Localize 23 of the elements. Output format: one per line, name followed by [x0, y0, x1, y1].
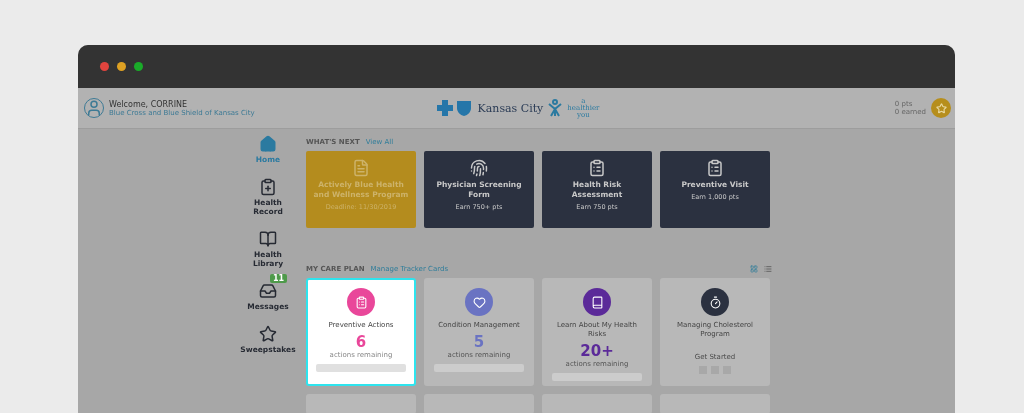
list-view-icon[interactable]	[764, 265, 772, 273]
home-icon	[259, 135, 277, 153]
action-count: 20+	[580, 342, 614, 360]
clipboard-icon	[706, 159, 724, 177]
star-badge-icon[interactable]	[931, 98, 951, 118]
document-icon	[352, 159, 370, 177]
action-count: 5	[473, 333, 485, 351]
cross-shield-logo-icon	[435, 99, 474, 117]
minimize-dot[interactable]	[117, 62, 126, 71]
fingerprint-icon	[470, 159, 488, 177]
inbox-icon	[259, 282, 277, 300]
maximize-dot[interactable]	[134, 62, 143, 71]
close-dot[interactable]	[100, 62, 109, 71]
grid-view-icon[interactable]	[750, 265, 758, 273]
figure-logo-icon	[547, 99, 564, 117]
clipboard-icon	[588, 159, 606, 177]
count-badge: 11	[270, 274, 288, 283]
brand-name: Kansas City	[477, 101, 544, 115]
star-icon	[259, 325, 277, 343]
action-count: 6	[355, 333, 367, 351]
welcome-text: Welcome, CORRINE	[109, 99, 189, 109]
clipboard-plus-icon	[259, 178, 277, 196]
book-icon	[259, 230, 277, 248]
